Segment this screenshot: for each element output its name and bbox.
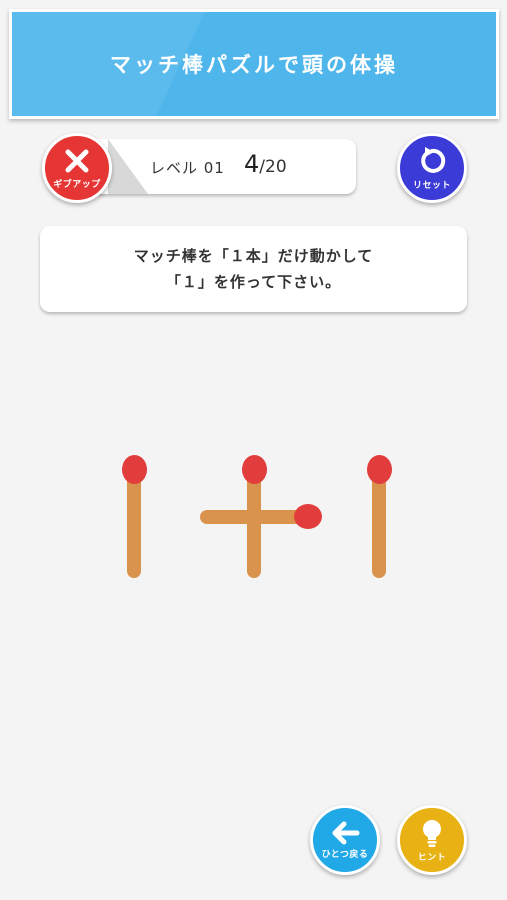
instruction-line-1: マッチ棒を「１本」だけ動かして (133, 247, 374, 265)
giveup-button[interactable]: ギブアップ (42, 133, 112, 203)
match-vertical-right[interactable] (363, 455, 397, 580)
reset-button[interactable]: リセット (397, 133, 467, 203)
match-head (242, 455, 267, 484)
undo-button[interactable]: ひとつ戻る (310, 805, 380, 875)
match-vertical-left[interactable] (118, 455, 152, 580)
level-current: 4 (244, 150, 260, 178)
header-banner: マッチ棒パズルで頭の体操 (9, 9, 499, 119)
level-bar: レベル 01 4/20 (78, 139, 356, 194)
hint-label: ヒント (417, 852, 447, 863)
match-plus-horizontal[interactable] (198, 503, 324, 530)
match-head (367, 455, 392, 484)
reset-arrow-icon (421, 146, 446, 173)
level-progress: 4/20 (244, 150, 287, 178)
close-icon (65, 149, 89, 172)
match-head (122, 455, 147, 484)
undo-label: ひとつ戻る (321, 849, 369, 860)
giveup-label: ギブアップ (53, 179, 101, 190)
instruction-box: マッチ棒を「１本」だけ動かして 「１」を作って下さい。 (40, 226, 467, 312)
hint-button[interactable]: ヒント (397, 805, 467, 875)
reset-label: リセット (412, 180, 451, 191)
match-head (294, 504, 322, 529)
level-label: レベル 01 (150, 159, 225, 177)
instruction-line-2: 「１」を作って下さい。 (165, 273, 342, 291)
lightbulb-icon (423, 819, 441, 847)
back-arrow-icon (332, 821, 360, 844)
level-total: /20 (259, 157, 287, 177)
page-title: マッチ棒パズルで頭の体操 (110, 53, 398, 77)
